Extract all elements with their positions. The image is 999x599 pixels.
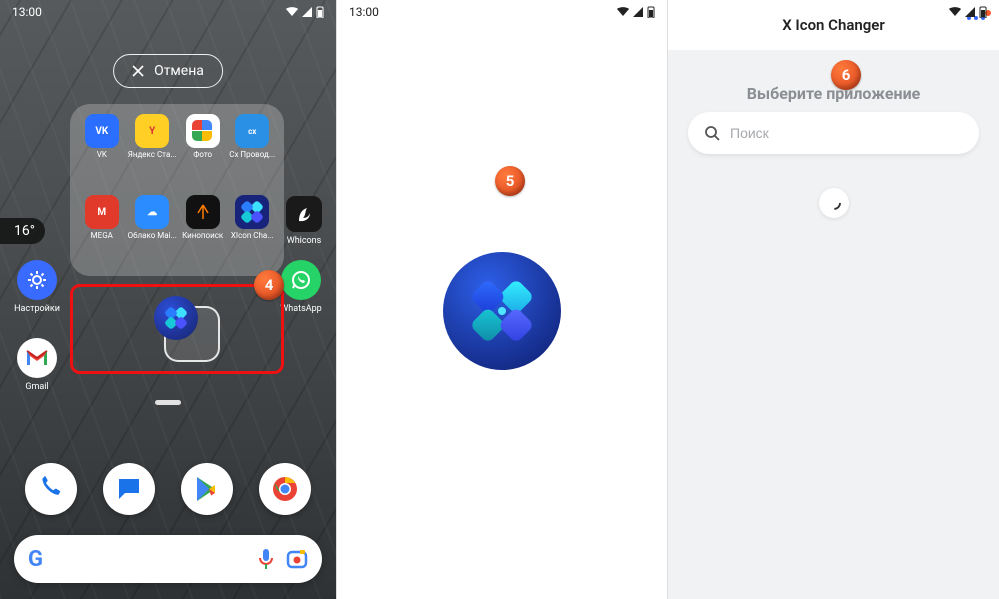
folder-app: YЯндекс Ста... [128,114,177,191]
folder-app: VKVK [78,114,126,191]
dock-phone[interactable] [25,463,77,515]
lens-icon[interactable] [286,548,308,570]
folder-app: cxCx Провод... [228,114,276,191]
status-bar: 13:00 [0,0,336,24]
close-icon [132,65,144,77]
wifi-icon [286,7,298,17]
status-time: 13:00 [12,5,42,19]
mic-icon[interactable] [258,548,274,570]
left-app-column: Настройки Gmail [6,260,68,392]
svg-text:G: G [28,547,43,572]
spinner-icon [825,194,843,212]
app-gmail[interactable]: Gmail [17,338,57,392]
status-time: 13:00 [349,5,379,19]
gear-icon [26,269,48,291]
dock [12,457,324,521]
wifi-icon [949,7,961,17]
chrome-icon [271,475,299,503]
panel-app-picker: X Icon Changer 6 Выберите приложение [667,0,999,599]
temperature-value: 16° [14,223,35,239]
app-splash-logo [443,252,561,370]
cancel-label: Отмена [154,63,204,79]
dragging-app-icon[interactable] [154,296,198,340]
temperature-widget[interactable]: 16° [0,218,45,244]
search-icon [704,125,720,141]
folder-app: MMEGA [78,195,126,272]
whatsapp-icon [290,269,312,291]
step-badge-5: 5 [495,166,525,196]
google-search-bar[interactable]: G [14,535,322,583]
dock-messages[interactable] [103,463,155,515]
folder-app: Фото [179,114,227,191]
status-bar: 13:00 [337,0,667,24]
app-folder[interactable]: VKVK YЯндекс Ста... Фото cxCx Провод... … [70,104,284,276]
google-logo-icon: G [28,546,54,572]
wifi-icon [617,7,629,17]
step-badge-6: 6 [831,60,861,90]
play-icon [193,475,221,503]
battery-icon [316,6,324,18]
signal-icon [302,7,312,17]
bird-icon [296,205,312,223]
loading-spinner [819,188,849,218]
status-icons [286,6,324,18]
dock-playstore[interactable] [181,463,233,515]
dock-chrome[interactable] [259,463,311,515]
signal-icon [633,7,643,17]
app-whatsapp[interactable]: WhatsApp [280,260,321,314]
chat-icon [115,475,143,503]
panel-homescreen: 13:00 Отмена 16° VKVK YЯндекс Ста... Фот… [0,0,336,599]
status-bar [668,0,999,24]
search-input[interactable] [730,125,963,141]
gmail-icon [25,349,49,367]
phone-icon [37,475,65,503]
page-indicator [155,400,181,405]
panel-splash: 13:00 5 [336,0,667,599]
search-bar[interactable] [688,112,979,154]
step-badge-4: 4 [254,270,284,300]
cancel-button[interactable]: Отмена [113,54,223,88]
folder-app: Кинопоиск [179,195,227,272]
signal-icon [965,7,975,17]
app-whicons[interactable]: Whicons [286,196,322,246]
app-label: Whicons [287,236,322,246]
app-settings[interactable]: Настройки [14,260,60,314]
folder-app: ☁Облако Mai... [128,195,177,272]
battery-icon [979,6,987,18]
folder-app: XIcon Cha... [228,195,276,272]
battery-icon [647,6,655,18]
picker-subtitle: Выберите приложение [668,84,999,103]
